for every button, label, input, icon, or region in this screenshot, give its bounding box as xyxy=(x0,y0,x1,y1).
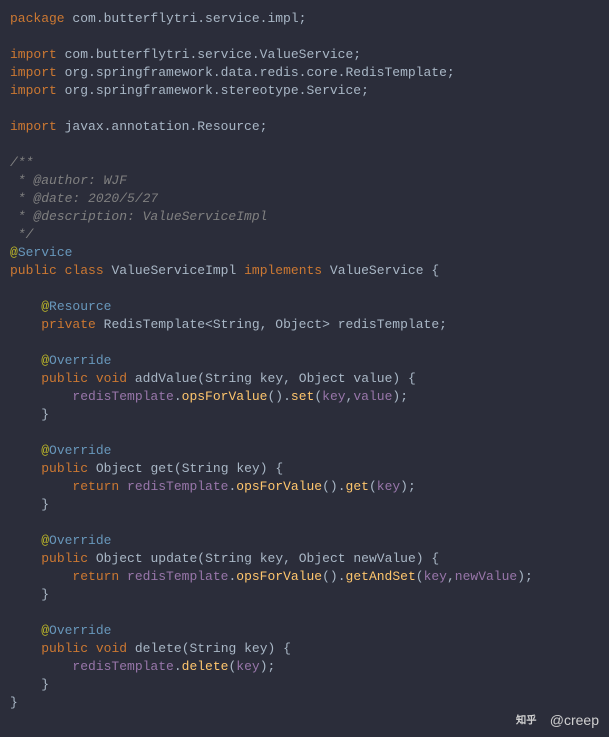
package-path: com.butterflytri.service.impl xyxy=(72,11,298,26)
annotation-service: Service xyxy=(18,245,73,260)
interface-name: ValueService xyxy=(330,263,424,278)
watermark-text: @creep xyxy=(550,711,599,729)
annotation-resource: Resource xyxy=(49,299,111,314)
annotation-at: @ xyxy=(41,353,49,368)
method-delete: delete xyxy=(135,641,182,656)
keyword-implements: implements xyxy=(244,263,322,278)
keyword-import: import xyxy=(10,119,57,134)
keyword-import: import xyxy=(10,47,57,62)
keyword-import: import xyxy=(10,65,57,80)
annotation-at: @ xyxy=(41,299,49,314)
keyword-void: void xyxy=(96,641,127,656)
call-set: set xyxy=(291,389,314,404)
annotation-at: @ xyxy=(41,623,49,638)
watermark: 知乎 @creep xyxy=(516,711,599,729)
call-opsforvalue: opsForValue xyxy=(236,569,322,584)
redis-field: redisTemplate xyxy=(338,317,439,332)
keyword-void: void xyxy=(96,371,127,386)
import-3: org.springframework.stereotype.Service xyxy=(65,83,361,98)
annotation-override: Override xyxy=(49,353,111,368)
annotation-override: Override xyxy=(49,533,111,548)
redis-ref: redisTemplate xyxy=(72,389,173,404)
import-2: org.springframework.data.redis.core.Redi… xyxy=(65,65,447,80)
redis-ref: redisTemplate xyxy=(127,479,228,494)
code-editor: package com.butterflytri.service.impl; i… xyxy=(10,10,599,712)
annotation-override: Override xyxy=(49,443,111,458)
keyword-private: private xyxy=(41,317,96,332)
keyword-public: public xyxy=(41,641,88,656)
javadoc-end: */ xyxy=(10,227,33,242)
keyword-class: class xyxy=(65,263,104,278)
annotation-at: @ xyxy=(41,533,49,548)
zhihu-icon: 知乎 xyxy=(516,713,544,727)
annotation-at: @ xyxy=(10,245,18,260)
javadoc-author: * @author: WJF xyxy=(10,173,127,188)
keyword-package: package xyxy=(10,11,65,26)
javadoc-start: /** xyxy=(10,155,33,170)
annotation-at: @ xyxy=(41,443,49,458)
call-opsforvalue: opsForValue xyxy=(182,389,268,404)
redis-type: RedisTemplate<String, Object> xyxy=(104,317,330,332)
method-update: update xyxy=(150,551,197,566)
call-getandset: getAndSet xyxy=(346,569,416,584)
import-1: com.butterflytri.service.ValueService xyxy=(65,47,354,62)
call-get: get xyxy=(346,479,369,494)
call-opsforvalue: opsForValue xyxy=(236,479,322,494)
keyword-import: import xyxy=(10,83,57,98)
redis-ref: redisTemplate xyxy=(127,569,228,584)
call-delete: delete xyxy=(182,659,229,674)
javadoc-description: * @description: ValueServiceImpl xyxy=(10,209,267,224)
class-name: ValueServiceImpl xyxy=(111,263,236,278)
annotation-override: Override xyxy=(49,623,111,638)
keyword-public: public xyxy=(41,371,88,386)
keyword-public: public xyxy=(41,551,88,566)
svg-text:知乎: 知乎 xyxy=(516,713,537,726)
keyword-return: return xyxy=(72,569,119,584)
redis-ref: redisTemplate xyxy=(72,659,173,674)
keyword-public: public xyxy=(10,263,57,278)
javadoc-date: * @date: 2020/5/27 xyxy=(10,191,158,206)
method-addvalue: addValue xyxy=(135,371,197,386)
keyword-return: return xyxy=(72,479,119,494)
method-get: get xyxy=(150,461,173,476)
import-4: javax.annotation.Resource xyxy=(65,119,260,134)
keyword-public: public xyxy=(41,461,88,476)
